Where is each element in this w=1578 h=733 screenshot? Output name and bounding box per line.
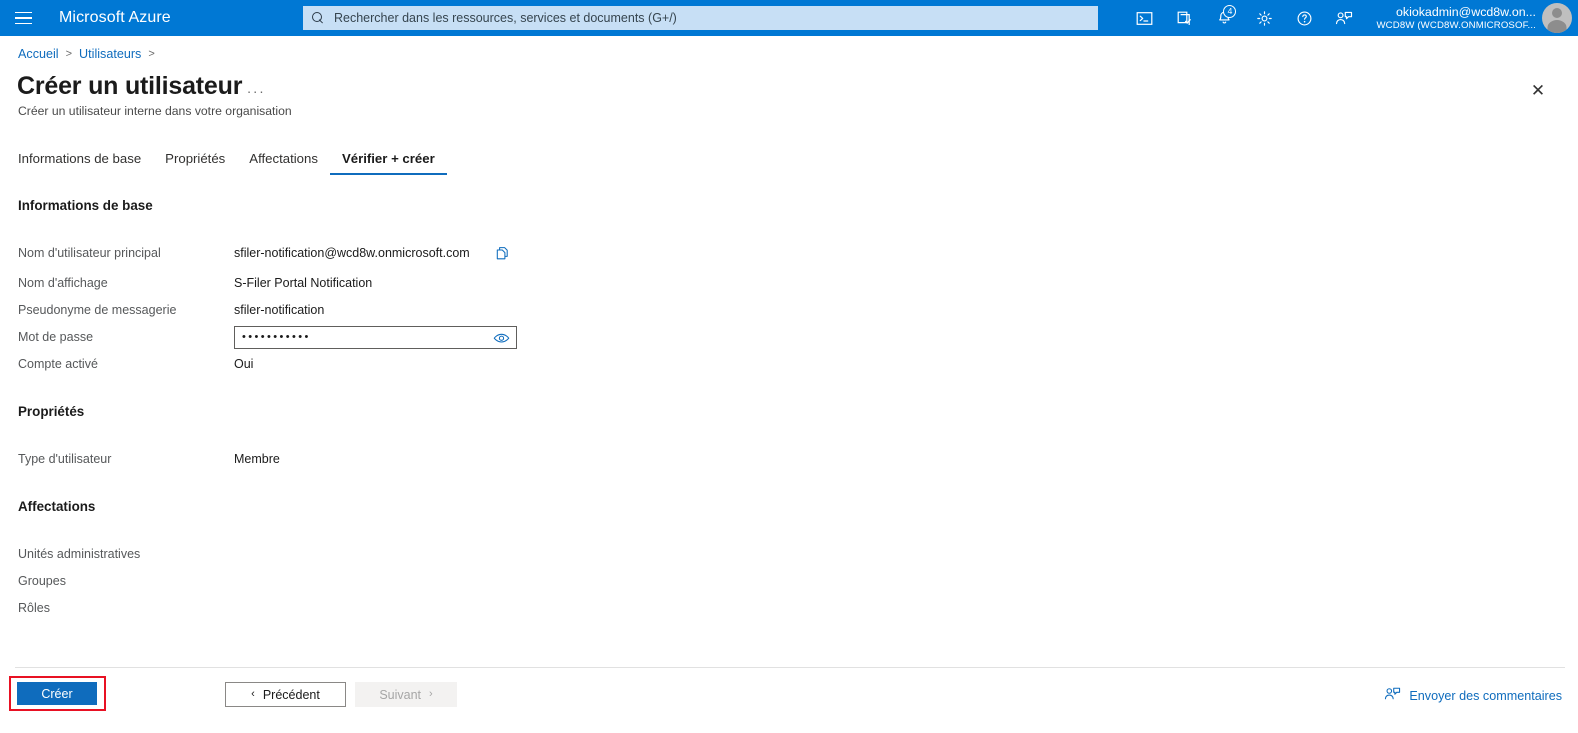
value-display-name: S-Filer Portal Notification xyxy=(234,276,373,290)
chevron-left-icon: ‹ xyxy=(251,688,255,700)
breadcrumb-item-utilisateurs[interactable]: Utilisateurs xyxy=(79,47,141,61)
tab-verifier-creer[interactable]: Vérifier + créer xyxy=(329,151,447,175)
feedback-label: Envoyer des commentaires xyxy=(1409,688,1562,703)
label-user-type: Type d'utilisateur xyxy=(18,452,112,466)
feedback-person-icon[interactable] xyxy=(1324,0,1364,36)
create-button[interactable]: Créer xyxy=(17,682,97,705)
breadcrumb-item-accueil[interactable]: Accueil xyxy=(18,47,59,61)
previous-button[interactable]: ‹ Précédent xyxy=(225,682,346,707)
label-administrative-units: Unités administratives xyxy=(18,547,141,561)
footer-divider xyxy=(15,667,1565,668)
notification-badge: 4 xyxy=(1223,5,1237,18)
eye-icon[interactable] xyxy=(493,331,510,345)
label-groups: Groupes xyxy=(18,574,66,588)
label-account-enabled: Compte activé xyxy=(18,357,98,371)
chevron-right-icon: › xyxy=(429,688,433,700)
settings-gear-icon[interactable] xyxy=(1244,0,1284,36)
feedback-person-icon xyxy=(1384,686,1401,705)
row-account-enabled: Compte activé Oui xyxy=(0,357,1578,384)
directories-subscriptions-icon[interactable] xyxy=(1164,0,1204,36)
tab-informations-de-base[interactable]: Informations de base xyxy=(17,151,153,175)
help-question-icon[interactable] xyxy=(1284,0,1324,36)
global-search[interactable] xyxy=(303,6,1098,30)
close-icon[interactable]: ✕ xyxy=(1527,79,1549,101)
copy-icon[interactable] xyxy=(493,244,511,262)
next-label: Suivant xyxy=(379,687,422,702)
value-mail-nickname: sfiler-notification xyxy=(234,303,325,317)
password-field[interactable]: ••••••••••• xyxy=(234,326,517,349)
section-heading-assignments: Affectations xyxy=(18,499,96,514)
section-heading-basics: Informations de base xyxy=(18,198,153,213)
row-groups: Groupes xyxy=(0,574,1578,601)
account-email: okiokadmin@wcd8w.on... xyxy=(1396,4,1536,19)
section-heading-properties: Propriétés xyxy=(18,404,85,419)
value-account-enabled: Oui xyxy=(234,357,254,371)
header-actions: 4 okiokadmin@wcd8w.on... WCD8W (WCD8W.ON… xyxy=(1124,0,1578,36)
chevron-right-icon-2: > xyxy=(148,48,155,60)
azure-portal-page: Microsoft Azure 4 xyxy=(0,0,1578,733)
label-password: Mot de passe xyxy=(18,330,94,344)
next-button[interactable]: Suivant › xyxy=(355,682,457,707)
account-info[interactable]: okiokadmin@wcd8w.on... WCD8W (WCD8W.ONMI… xyxy=(1376,5,1536,32)
label-display-name: Nom d'affichage xyxy=(18,276,108,290)
value-upn: sfiler-notification@wcd8w.onmicrosoft.co… xyxy=(234,246,470,260)
brand-label[interactable]: Microsoft Azure xyxy=(59,9,171,27)
hamburger-icon[interactable] xyxy=(0,0,46,36)
wizard-tabs: Informations de base Propriétés Affectat… xyxy=(17,143,447,175)
row-display-name: Nom d'affichage S-Filer Portal Notificat… xyxy=(0,276,1578,303)
label-roles: Rôles xyxy=(18,601,50,615)
previous-label: Précédent xyxy=(262,687,320,702)
page-subtitle: Créer un utilisateur interne dans votre … xyxy=(18,104,292,118)
row-user-type: Type d'utilisateur Membre xyxy=(0,452,1578,479)
search-icon xyxy=(312,11,325,25)
label-upn: Nom d'utilisateur principal xyxy=(18,246,161,260)
password-value: ••••••••••• xyxy=(242,332,311,343)
account-tenant: WCD8W (WCD8W.ONMICROSOF... xyxy=(1376,19,1536,31)
row-upn: Nom d'utilisateur principal sfiler-notif… xyxy=(0,246,1578,273)
global-header: Microsoft Azure 4 xyxy=(0,0,1578,36)
row-administrative-units: Unités administratives xyxy=(0,547,1578,574)
avatar[interactable] xyxy=(1542,3,1572,33)
tab-proprietes[interactable]: Propriétés xyxy=(153,151,237,175)
send-feedback-link[interactable]: Envoyer des commentaires xyxy=(1384,686,1562,705)
more-menu-button[interactable]: ··· xyxy=(246,82,266,100)
label-mail-nickname: Pseudonyme de messagerie xyxy=(18,303,177,317)
notifications-bell-icon[interactable]: 4 xyxy=(1204,0,1244,36)
chevron-right-icon: > xyxy=(65,48,73,60)
search-input[interactable] xyxy=(332,10,1089,26)
page-title: Créer un utilisateur xyxy=(17,72,243,100)
row-roles: Rôles xyxy=(0,601,1578,628)
breadcrumb: Accueil > Utilisateurs > xyxy=(18,47,155,61)
value-user-type: Membre xyxy=(234,452,280,466)
tab-affectations[interactable]: Affectations xyxy=(237,151,330,175)
cloud-shell-icon[interactable] xyxy=(1124,0,1164,36)
